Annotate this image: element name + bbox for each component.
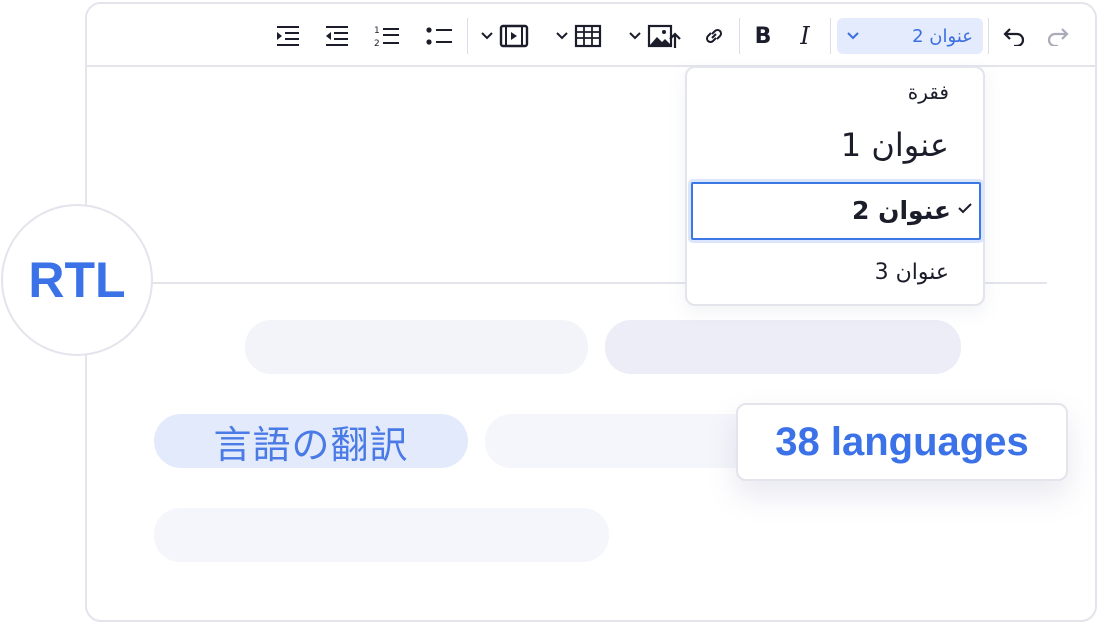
svg-text:1: 1 bbox=[374, 26, 380, 36]
rtl-badge: RTL bbox=[1, 204, 153, 356]
chevron-down-icon bbox=[629, 32, 641, 40]
indent-button[interactable] bbox=[273, 18, 303, 54]
toolbar-separator bbox=[467, 18, 468, 54]
heading-select[interactable]: عنوان 2 bbox=[837, 18, 983, 54]
insert-media-button[interactable] bbox=[479, 18, 531, 54]
japanese-text: 言語の翻訳 bbox=[213, 422, 409, 467]
svg-text:2: 2 bbox=[374, 39, 380, 49]
redo-button[interactable] bbox=[1043, 18, 1073, 54]
media-icon bbox=[499, 24, 529, 48]
table-icon bbox=[574, 24, 602, 48]
dropdown-item-heading-1[interactable]: عنوان 1 bbox=[841, 126, 949, 164]
image-upload-icon bbox=[647, 24, 681, 48]
chevron-down-icon bbox=[556, 32, 568, 40]
placeholder-text-line bbox=[154, 508, 609, 562]
italic-button[interactable]: I bbox=[791, 18, 819, 54]
dropdown-item-heading-3[interactable]: عنوان 3 bbox=[875, 260, 949, 285]
italic-icon: I bbox=[800, 22, 810, 50]
undo-button[interactable] bbox=[999, 18, 1029, 54]
languages-badge: 38 languages bbox=[736, 403, 1068, 481]
dropdown-item-heading-2[interactable]: عنوان 2 bbox=[691, 182, 981, 240]
dropdown-item-paragraph[interactable]: فقرة bbox=[908, 80, 949, 104]
placeholder-text-line bbox=[605, 320, 961, 374]
checkmark-icon bbox=[958, 203, 972, 214]
outdent-button[interactable] bbox=[322, 18, 352, 54]
insert-image-button[interactable] bbox=[627, 18, 683, 54]
heading-select-value: عنوان 2 bbox=[912, 25, 973, 47]
bulleted-list-button[interactable] bbox=[424, 18, 454, 54]
outdent-icon bbox=[326, 26, 348, 46]
heading-dropdown-menu: فقرة عنوان 1 عنوان 2 عنوان 3 bbox=[685, 66, 985, 306]
languages-label: 38 languages bbox=[775, 419, 1029, 464]
toolbar-separator bbox=[830, 18, 831, 54]
placeholder-text-line bbox=[245, 320, 588, 374]
numbered-list-button[interactable]: 1 2 bbox=[372, 18, 402, 54]
numbered-list-icon: 1 2 bbox=[374, 26, 399, 49]
chevron-down-icon bbox=[481, 32, 493, 40]
placeholder-text-line bbox=[485, 414, 765, 468]
translated-text-highlight: 言語の翻訳 bbox=[154, 414, 468, 468]
chevron-down-icon bbox=[847, 32, 859, 40]
toolbar-separator bbox=[988, 18, 989, 54]
undo-icon bbox=[1003, 28, 1025, 46]
insert-table-button[interactable] bbox=[553, 18, 605, 54]
bold-button[interactable]: B bbox=[749, 18, 777, 54]
toolbar-separator bbox=[739, 18, 740, 54]
dropdown-item-label: عنوان 2 bbox=[852, 196, 951, 225]
bold-icon: B bbox=[754, 23, 772, 49]
redo-icon bbox=[1047, 28, 1069, 46]
bulleted-list-icon bbox=[426, 27, 452, 45]
link-icon bbox=[705, 28, 723, 44]
rtl-label: RTL bbox=[28, 252, 126, 308]
insert-link-button[interactable] bbox=[699, 18, 729, 54]
indent-icon bbox=[277, 26, 299, 46]
editor-toolbar: 1 2 B I عنوان 2 bbox=[87, 4, 1095, 67]
